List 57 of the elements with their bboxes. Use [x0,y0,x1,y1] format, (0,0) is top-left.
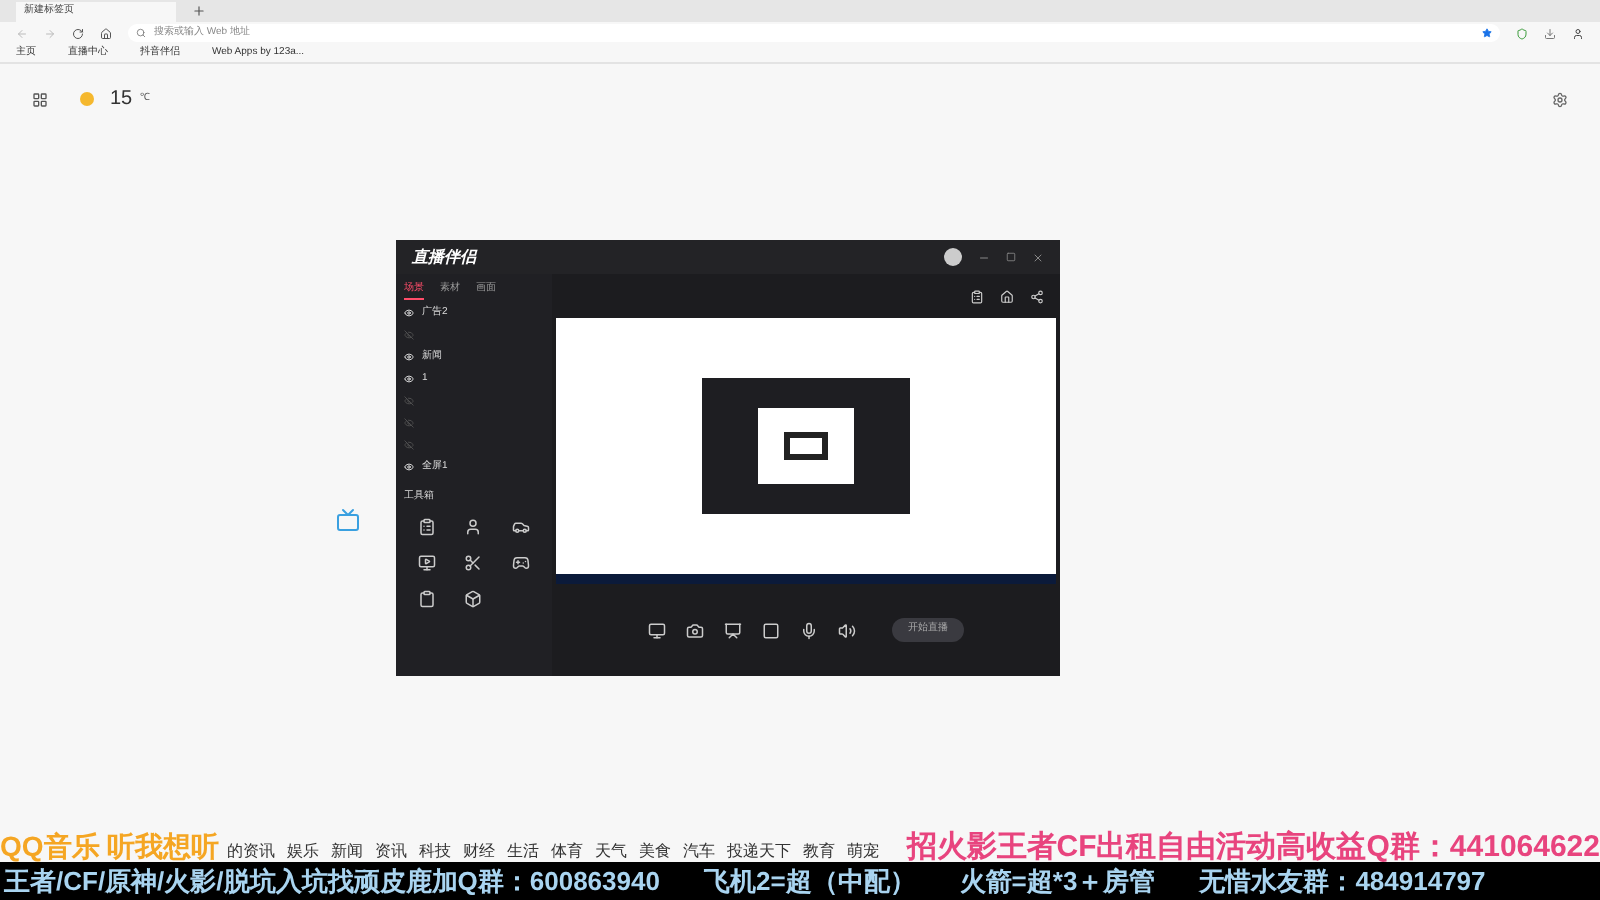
news-category[interactable]: 投递天下 [727,844,792,860]
news-category[interactable]: 萌宠 [847,844,880,860]
ticker-text: 飞机2=超（中配） [703,868,916,894]
app-title: 直播伴侣 [412,245,476,269]
car-icon[interactable] [511,518,530,536]
clipboard-icon[interactable] [418,590,437,608]
user-icon[interactable] [464,518,483,536]
monitor-icon[interactable] [648,621,666,639]
eye-icon[interactable] [404,308,414,318]
mic-icon[interactable] [800,621,818,639]
task-icon[interactable] [970,289,984,303]
news-category[interactable]: 科技 [419,844,452,860]
board-icon[interactable] [724,621,742,639]
news-category[interactable]: 天气 [595,844,628,860]
news-category[interactable]: 教育 [803,844,836,860]
ticker-text: 火箭=超*3＋房管 [959,868,1156,894]
screen-icon[interactable] [418,554,437,572]
tv-icon[interactable] [336,508,360,532]
gamepad-icon[interactable] [511,554,530,572]
news-category[interactable]: 娱乐 [287,844,320,860]
shield-icon[interactable] [1516,27,1528,39]
settings-icon[interactable] [1552,91,1568,107]
share-icon[interactable] [1030,289,1044,303]
home-icon[interactable] [100,27,112,39]
promo-text: 招火影王者CF出租自由活动高收益Q群：441064622 [906,832,1600,862]
avatar-icon[interactable] [944,248,962,266]
ticker-text: 王者/CF/原神/火影/脱坑入坑找顽皮鹿加Q群：600863940 [4,868,660,894]
eye-icon[interactable] [404,374,414,384]
news-category[interactable]: 的资讯 [227,844,276,860]
sun-icon [80,92,94,106]
window-icon[interactable] [762,621,780,639]
news-category[interactable]: 新闻 [331,844,364,860]
eye-icon[interactable] [404,462,414,472]
news-category[interactable]: 生活 [507,844,540,860]
maximize-icon[interactable] [1006,252,1016,262]
temperature: 15 [110,86,133,114]
speaker-icon[interactable] [838,621,856,639]
news-category[interactable]: 资讯 [375,844,408,860]
camera-icon[interactable] [686,621,704,639]
search-icon [136,28,146,38]
news-category[interactable]: 汽车 [683,844,716,860]
task-icon[interactable] [418,518,437,536]
new-tab-icon[interactable] [192,4,206,18]
close-icon[interactable] [1032,251,1044,263]
ticker-text: 无惜水友群：484914797 [1199,868,1486,894]
profile-icon[interactable] [1572,27,1584,39]
download-icon[interactable] [1544,27,1556,39]
news-category[interactable]: 体育 [551,844,584,860]
eye-icon[interactable] [404,352,414,362]
reload-icon[interactable] [72,27,84,39]
music-logo: QQ音乐 听我想听 [0,832,220,860]
favorite-icon[interactable] [1482,28,1492,38]
apps-grid-icon[interactable] [32,91,48,107]
news-category[interactable]: 美食 [639,844,672,860]
news-category[interactable]: 财经 [463,844,496,860]
scissors-icon[interactable] [464,554,483,572]
box-icon[interactable] [464,590,483,608]
